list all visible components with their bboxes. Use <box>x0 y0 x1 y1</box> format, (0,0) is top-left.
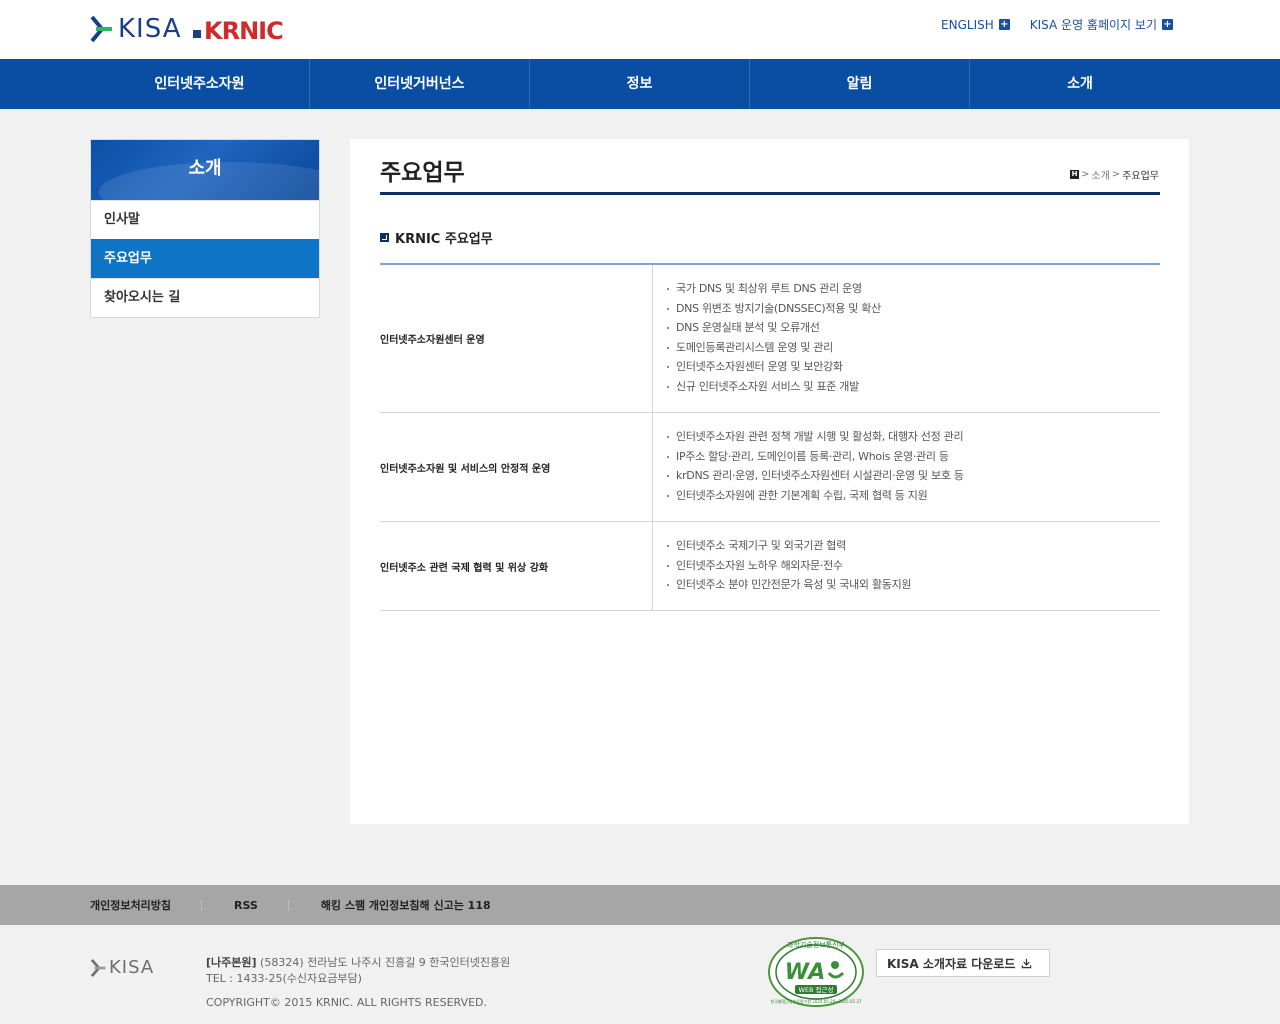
table-row: 인터넷주소자원센터 운영 국가 DNS 및 최상위 루트 DNS 관리 운영 D… <box>380 265 1160 413</box>
row-items: 국가 DNS 및 최상위 루트 DNS 관리 운영 DNS 위변조 방지기술(D… <box>653 265 1160 412</box>
krnic-logo-text: KRNIC <box>204 17 284 45</box>
footer-logo: KISA <box>90 957 154 978</box>
tel-text: TEL : 1433-25(수신자요금부담) <box>206 972 362 985</box>
breadcrumb-sep: > <box>1111 169 1121 180</box>
bullet-icon <box>380 233 389 242</box>
krnic-mark-icon <box>193 30 201 38</box>
footer-links-bar: 개인정보처리방침 RSS 해킹 스팸 개인정보침해 신고는 118 <box>0 885 1280 925</box>
list-item: IP주소 할당·관리, 도메인이름 등록·관리, Whois 운영·관리 등 <box>667 447 1160 467</box>
english-link[interactable]: ENGLISH + <box>941 16 1010 33</box>
wa-mark-top: 과학기술정보통신부 <box>787 940 846 949</box>
download-icon <box>1022 958 1032 968</box>
footer: KISA [나주본원] (58324) 전라남도 나주시 진흥길 9 한국인터넷… <box>0 925 1280 1024</box>
list-item: 인터넷주소자원에 관한 기본계획 수립, 국제 협력 등 지원 <box>667 486 1160 506</box>
wa-mark-bottom: 한국웹접근성인증평가원 2024.05.28~2025.05.27 <box>771 998 862 1004</box>
table-row: 인터넷주소자원 및 서비스의 안정적 운영 인터넷주소자원 관련 정책 개발 시… <box>380 413 1160 522</box>
nav-item-notice[interactable]: 알림 <box>750 59 970 109</box>
kisa-homepage-link-label: KISA 운영 홈페이지 보기 <box>1029 18 1157 32</box>
list-item: 국가 DNS 및 최상위 루트 DNS 관리 운영 <box>667 279 1160 299</box>
plus-icon: + <box>998 19 1010 30</box>
list-item: 도메인등록관리시스템 운영 및 관리 <box>667 338 1160 358</box>
tasks-table: 인터넷주소자원센터 운영 국가 DNS 및 최상위 루트 DNS 관리 운영 D… <box>380 263 1160 611</box>
nav-item-governance[interactable]: 인터넷거버넌스 <box>310 59 530 109</box>
wa-mark-main: WA <box>785 960 826 985</box>
sidebar-item-main-tasks[interactable]: 주요업무 <box>91 239 319 278</box>
list-item: 인터넷주소자원 관련 정책 개발 시행 및 활성화, 대행자 선정 관리 <box>667 427 1160 447</box>
rss-link[interactable]: RSS <box>234 899 288 912</box>
kisa-homepage-link[interactable]: KISA 운영 홈페이지 보기 + <box>1030 16 1173 33</box>
breadcrumb-item[interactable]: 소개 <box>1091 167 1109 182</box>
plus-icon: + <box>1162 19 1173 30</box>
report-118-link[interactable]: 해킹 스팸 개인정보침해 신고는 118 <box>321 897 491 913</box>
privacy-policy-link[interactable]: 개인정보처리방침 <box>90 897 201 913</box>
copyright: COPYRIGHT© 2015 KRNIC. ALL RIGHTS RESERV… <box>206 996 488 1009</box>
list-item: DNS 위변조 방지기술(DNSSEC)적용 및 확산 <box>667 299 1160 319</box>
address-text: (58324) 전라남도 나주시 진흥길 9 한국인터넷진흥원 <box>260 956 511 969</box>
sidebar-title: 소개 <box>91 140 319 200</box>
breadcrumb-current: 주요업무 <box>1122 171 1159 182</box>
nav-item-address-resources[interactable]: 인터넷주소자원 <box>90 59 310 109</box>
row-items: 인터넷주소 국제기구 및 외국기관 협력 인터넷주소자원 노하우 해외자문·전수… <box>653 522 1160 610</box>
kisa-logo[interactable]: KISA <box>90 14 182 44</box>
kisa-mark-icon <box>90 15 112 43</box>
header: KISA KRNIC ENGLISH + KISA 운영 홈페이지 보기 + <box>0 0 1280 59</box>
list-item: 인터넷주소 국제기구 및 외국기관 협력 <box>667 536 1160 556</box>
row-title: 인터넷주소자원센터 운영 <box>380 265 653 412</box>
breadcrumb-sep: > <box>1081 169 1090 180</box>
web-accessibility-mark-icon: 과학기술정보통신부 WA WEB 접근성 한국웹접근성인증평가원 2024.05… <box>768 937 864 1007</box>
divider <box>200 899 202 911</box>
list-item: 인터넷주소자원센터 운영 및 보안강화 <box>667 357 1160 377</box>
krnic-logo[interactable]: KRNIC <box>193 17 284 45</box>
table-row: 인터넷주소 관련 국제 협력 및 위상 강화 인터넷주소 국제기구 및 외국기관… <box>380 522 1160 611</box>
english-link-label: ENGLISH <box>941 17 994 32</box>
divider <box>287 899 289 911</box>
wa-mark-sub: WEB 접근성 <box>799 985 834 994</box>
row-title: 인터넷주소자원 및 서비스의 안정적 운영 <box>380 413 653 521</box>
home-icon[interactable]: H <box>1070 170 1079 179</box>
main-nav: 인터넷주소자원 인터넷거버넌스 정보 알림 소개 <box>0 59 1280 109</box>
kisa-mark-icon <box>90 958 106 977</box>
nav-item-info[interactable]: 정보 <box>530 59 750 109</box>
list-item: krDNS 관리·운영, 인터넷주소자원센터 시설관리·운영 및 보호 등 <box>667 466 1160 486</box>
sidebar: 소개 인사말 주요업무 찾아오시는 길 <box>90 139 320 318</box>
list-item: 인터넷주소 분야 민간전문가 육성 및 국내외 활동지원 <box>667 575 1160 595</box>
list-item: 인터넷주소자원 노하우 해외자문·전수 <box>667 556 1160 576</box>
footer-logo-text: KISA <box>109 957 155 978</box>
section-title: KRNIC 주요업무 <box>380 228 493 247</box>
list-item: DNS 운영실태 분석 및 오류개선 <box>667 318 1160 338</box>
section-title-text: KRNIC 주요업무 <box>395 232 493 247</box>
sidebar-item-greeting[interactable]: 인사말 <box>91 200 319 239</box>
row-items: 인터넷주소자원 관련 정책 개발 시행 및 활성화, 대행자 선정 관리 IP주… <box>653 413 1160 521</box>
page-title: 주요업무 <box>380 160 465 186</box>
footer-address: [나주본원] (58324) 전라남도 나주시 진흥길 9 한국인터넷진흥원 T… <box>206 955 510 987</box>
address-label: [나주본원] <box>206 956 257 969</box>
list-item: 신규 인터넷주소자원 서비스 및 표준 개발 <box>667 377 1160 397</box>
download-button[interactable]: KISA 소개자료 다운로드 <box>876 949 1050 977</box>
utility-links: ENGLISH + KISA 운영 홈페이지 보기 + <box>941 16 1173 33</box>
sidebar-item-directions[interactable]: 찾아오시는 길 <box>91 278 319 317</box>
nav-item-about[interactable]: 소개 <box>970 59 1190 109</box>
breadcrumb: H > 소개 > 주요업무 <box>1070 167 1159 182</box>
main-content: 주요업무 H > 소개 > 주요업무 KRNIC 주요업무 인터넷주소자원센터 … <box>350 139 1189 824</box>
kisa-logo-text: KISA <box>118 14 182 44</box>
title-divider <box>380 192 1160 195</box>
download-button-label: KISA 소개자료 다운로드 <box>887 956 1016 971</box>
row-title: 인터넷주소 관련 국제 협력 및 위상 강화 <box>380 522 653 610</box>
